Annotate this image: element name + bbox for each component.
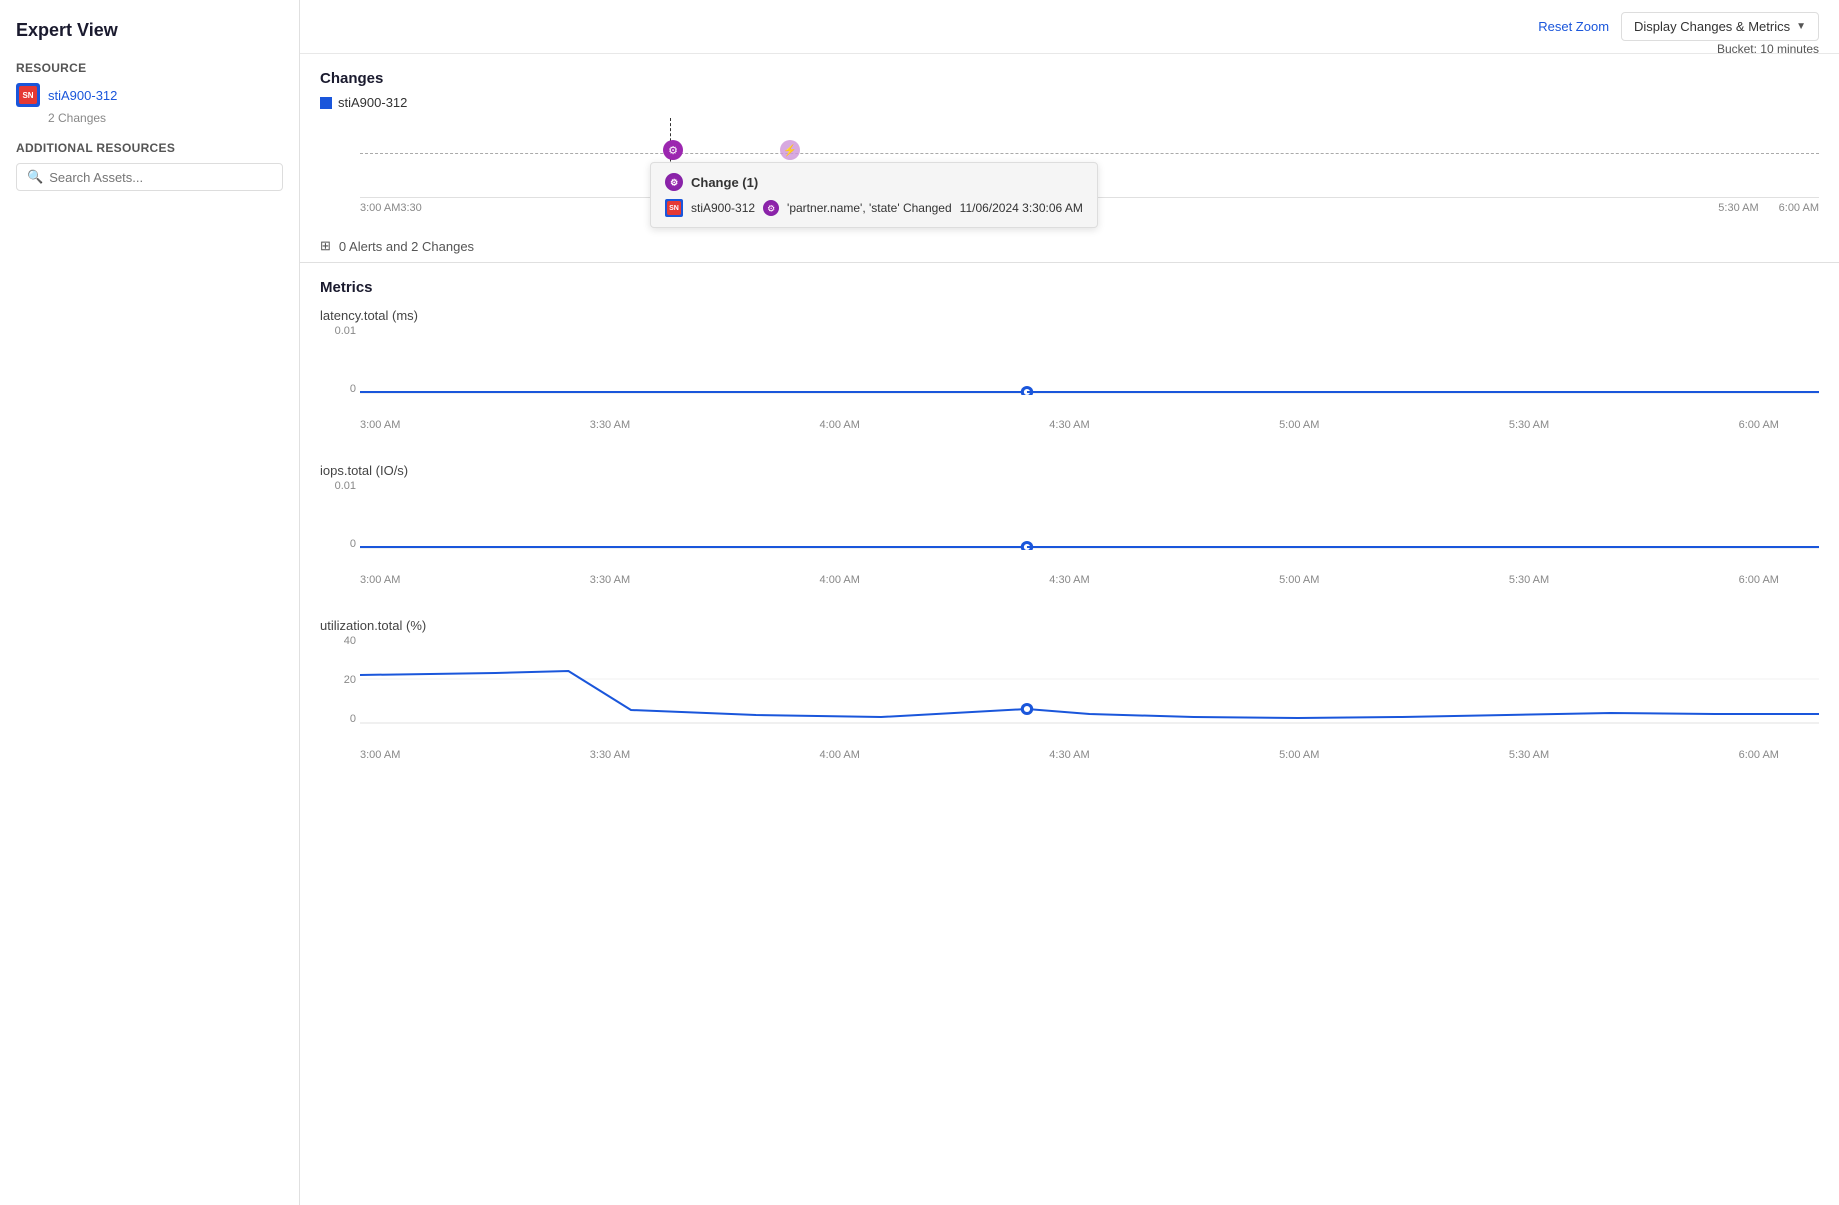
latency-y-top: 0.01 [335, 325, 356, 337]
additional-resources-label: Additional Resources [16, 141, 283, 155]
util-svg-wrap [360, 635, 1819, 725]
svg-text:⚙: ⚙ [670, 178, 678, 188]
latency-x-3: 4:00 AM [820, 419, 860, 431]
latency-x-7: 6:00 AM [1739, 419, 1779, 431]
iops-svg-wrap [360, 480, 1819, 550]
display-dropdown-label: Display Changes & Metrics [1634, 19, 1790, 34]
iops-x-3: 4:00 AM [820, 574, 860, 586]
search-assets-input[interactable] [49, 170, 272, 185]
legend-resource-label: stiA900-312 [338, 95, 407, 110]
tooltip-icon: ⚙ [665, 173, 683, 191]
changes-x-label-2: 3:30 [400, 202, 421, 214]
change-icon-1: ⚙ [663, 140, 683, 160]
tooltip-resource-icon: SN [665, 199, 683, 217]
iops-y-labels: 0.01 0 [320, 480, 360, 550]
utilization-chart: 40 20 0 [320, 635, 1819, 745]
main-content: Reset Zoom Display Changes & Metrics ▼ C… [300, 0, 1839, 1205]
tooltip-title: Change (1) [691, 175, 758, 190]
changes-x-label-1: 3:00 AM [360, 202, 400, 214]
reset-zoom-button[interactable]: Reset Zoom [1538, 19, 1609, 34]
tooltip-timestamp: 11/06/2024 3:30:06 AM [960, 201, 1083, 215]
iops-y-zero: 0 [350, 538, 356, 550]
search-icon: 🔍 [27, 169, 43, 185]
changes-chart-area: stiA900-312 ⚙ [320, 95, 1819, 214]
util-x-6: 5:30 AM [1509, 749, 1549, 761]
sidebar: Expert View Resource SN stiA900-312 2 Ch… [0, 0, 300, 1205]
chevron-down-icon: ▼ [1796, 21, 1806, 32]
display-changes-metrics-dropdown[interactable]: Display Changes & Metrics ▼ [1621, 12, 1819, 41]
svg-text:⚙: ⚙ [767, 204, 775, 214]
summary-text: 0 Alerts and 2 Changes [339, 239, 474, 254]
change-tooltip: ⚙ Change (1) SN stiA900-312 [650, 162, 1098, 228]
iops-metric-block: iops.total (IO/s) 0.01 0 [320, 463, 1819, 586]
iops-x-6: 5:30 AM [1509, 574, 1549, 586]
iops-x-1: 3:00 AM [360, 574, 400, 586]
sidebar-title: Expert View [16, 20, 283, 41]
latency-metric-block: latency.total (ms) 0.01 0 [320, 308, 1819, 431]
util-y-40: 40 [344, 635, 356, 647]
changes-section-title: Changes [320, 70, 383, 87]
iops-x-5: 5:00 AM [1279, 574, 1319, 586]
metrics-section: Metrics latency.total (ms) 0.01 0 [300, 263, 1839, 809]
iops-x-4: 4:30 AM [1049, 574, 1089, 586]
util-y-20: 20 [344, 674, 356, 686]
latency-x-axis: 3:00 AM 3:30 AM 4:00 AM 4:30 AM 5:00 AM … [320, 415, 1819, 431]
tooltip-resource-name: stiA900-312 [691, 201, 755, 215]
iops-y-top: 0.01 [335, 480, 356, 492]
util-x-1: 3:00 AM [360, 749, 400, 761]
header-bar: Reset Zoom Display Changes & Metrics ▼ [300, 0, 1839, 54]
expand-icon[interactable]: ⊞ [320, 238, 331, 254]
changes-section: Changes Bucket: 10 minutes stiA900-312 [300, 54, 1839, 230]
resource-icon-sn: SN [19, 86, 37, 104]
tooltip-header: ⚙ Change (1) [665, 173, 1083, 191]
resource-section-label: Resource [16, 61, 283, 75]
resource-changes-count: 2 Changes [48, 111, 283, 125]
bucket-label: Bucket: 10 minutes [1717, 42, 1819, 56]
iops-x-axis: 3:00 AM 3:30 AM 4:00 AM 4:30 AM 5:00 AM … [320, 570, 1819, 586]
changes-legend: stiA900-312 [320, 95, 1819, 110]
dashed-horizontal-line [360, 153, 1819, 154]
latency-x-5: 5:00 AM [1279, 419, 1319, 431]
iops-metric-title: iops.total (IO/s) [320, 463, 1819, 478]
latency-y-zero: 0 [350, 383, 356, 395]
latency-x-2: 3:30 AM [590, 419, 630, 431]
latency-metric-title: latency.total (ms) [320, 308, 1819, 323]
latency-chart: 0.01 0 [320, 325, 1819, 415]
summary-bar: ⊞ 0 Alerts and 2 Changes [300, 230, 1839, 263]
latency-x-1: 3:00 AM [360, 419, 400, 431]
resource-item: SN stiA900-312 [16, 83, 283, 107]
change-icon-2: ⚡ [780, 140, 800, 160]
utilization-metric-title: utilization.total (%) [320, 618, 1819, 633]
svg-text:⚙: ⚙ [668, 145, 678, 157]
util-x-3: 4:00 AM [820, 749, 860, 761]
util-x-5: 5:00 AM [1279, 749, 1319, 761]
iops-x-2: 3:30 AM [590, 574, 630, 586]
resource-icon-blue: SN [16, 83, 40, 107]
resource-link[interactable]: stiA900-312 [48, 88, 117, 103]
svg-text:⚡: ⚡ [783, 144, 797, 157]
iops-chart: 0.01 0 [320, 480, 1819, 570]
util-x-axis: 3:00 AM 3:30 AM 4:00 AM 4:30 AM 5:00 AM … [320, 745, 1819, 761]
latency-x-6: 5:30 AM [1509, 419, 1549, 431]
tooltip-change-text: 'partner.name', 'state' Changed [787, 201, 952, 215]
latency-y-labels: 0.01 0 [320, 325, 360, 395]
util-x-7: 6:00 AM [1739, 749, 1779, 761]
util-x-4: 4:30 AM [1049, 749, 1089, 761]
util-x-2: 3:30 AM [590, 749, 630, 761]
util-y-labels: 40 20 0 [320, 635, 360, 725]
changes-x-label-3: 5:30 AM [1718, 202, 1758, 214]
metrics-section-title: Metrics [320, 279, 1819, 296]
utilization-metric-block: utilization.total (%) 40 20 0 [320, 618, 1819, 761]
latency-x-4: 4:30 AM [1049, 419, 1089, 431]
search-assets-box[interactable]: 🔍 [16, 163, 283, 191]
changes-x-label-4: 6:00 AM [1779, 202, 1819, 214]
latency-svg-wrap [360, 325, 1819, 395]
tooltip-sn-icon: SN [667, 201, 681, 215]
tooltip-row: SN stiA900-312 ⚙ 'partner.name', 'state'… [665, 199, 1083, 217]
iops-x-7: 6:00 AM [1739, 574, 1779, 586]
tooltip-change-type-icon: ⚙ [763, 200, 779, 216]
changes-timeline-chart: ⚙ ⚡ ⚙ [360, 118, 1819, 198]
util-y-0: 0 [350, 713, 356, 725]
legend-color-square [320, 97, 332, 109]
